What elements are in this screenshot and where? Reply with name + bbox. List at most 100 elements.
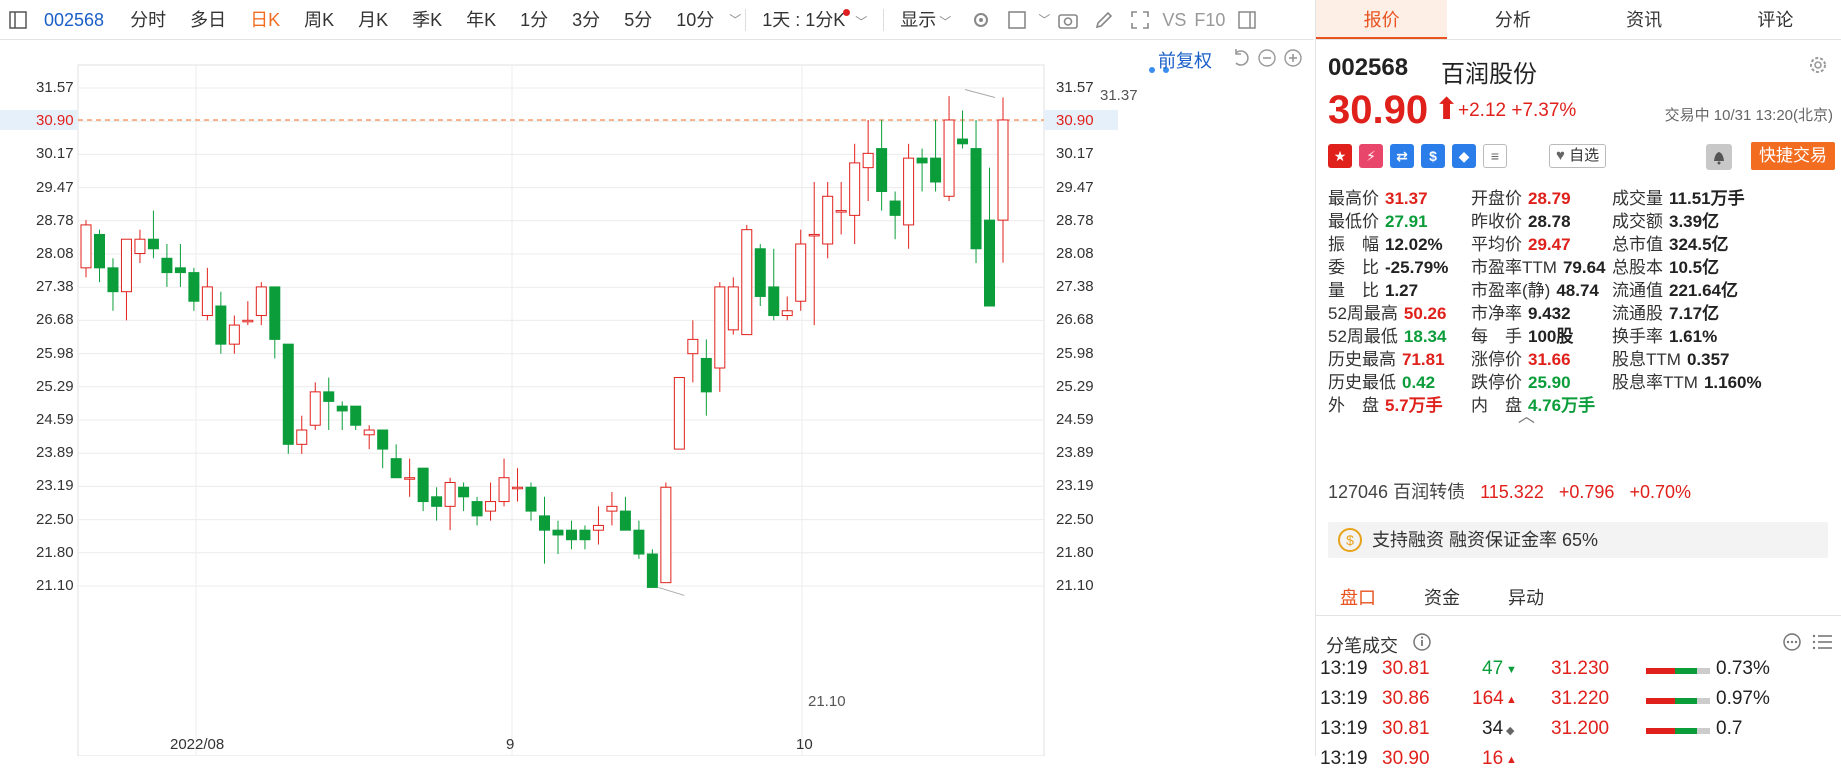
period-tab[interactable]: 季K [400, 0, 454, 40]
event-marker [1149, 67, 1155, 73]
price-adjust-toggle[interactable]: 前复权 [1158, 47, 1212, 73]
y-axis-label: 23.19 [1056, 477, 1094, 495]
collapse-icon[interactable]: ︿ [1518, 402, 1535, 427]
sub-tab[interactable]: 盘口 [1316, 580, 1400, 615]
stat-item: 历史最低 0.42 [1328, 373, 1436, 392]
candle-body [323, 391, 335, 402]
period-tab[interactable]: 日K [238, 0, 292, 40]
stat-item: 跌停价 25.90 [1471, 373, 1571, 392]
candle-body [646, 553, 658, 588]
panel-tab[interactable]: 评论 [1710, 0, 1841, 39]
interval-select[interactable]: 1天 : 1分K ﹀ [750, 0, 879, 40]
y-axis-label: 28.78 [36, 211, 74, 229]
direction-arrow-icon: ▲ [1506, 694, 1517, 706]
dollar-icon[interactable]: $ [1421, 144, 1445, 168]
quick-trade-button[interactable]: 快捷交易 [1751, 142, 1835, 170]
candle-body [363, 429, 375, 436]
depth-bar [1646, 728, 1710, 734]
zoom-in-icon[interactable] [1282, 47, 1304, 69]
period-tab[interactable]: 月K [346, 0, 400, 40]
candle-body [188, 272, 200, 302]
candle-body [255, 286, 267, 317]
shuffle-icon[interactable]: ⇄ [1390, 144, 1414, 168]
x-axis-label: 9 [506, 736, 515, 753]
candle-body [215, 305, 227, 345]
up-arrow-icon: ⬆ [1434, 93, 1460, 126]
y-axis-label: 25.98 [1056, 344, 1094, 362]
side-panel-icon[interactable] [1236, 9, 1258, 31]
more-icon[interactable] [1782, 632, 1802, 657]
vs-button[interactable]: VS [1158, 0, 1190, 40]
y-axis-label: 26.68 [1056, 311, 1094, 329]
stat-item: 52周最低 18.34 [1328, 327, 1447, 346]
high-leader-line [964, 89, 996, 99]
candle-body [498, 477, 510, 503]
document-icon[interactable]: ≡ [1483, 144, 1507, 168]
y-axis-label: 23.19 [36, 477, 74, 495]
candle-body [336, 405, 348, 412]
sidebar-toggle-icon[interactable] [7, 9, 29, 31]
camera-icon[interactable] [1057, 9, 1079, 31]
candle-body [835, 210, 847, 213]
fullscreen-icon[interactable] [1129, 9, 1151, 31]
sub-tab[interactable]: 资金 [1400, 580, 1484, 615]
zoom-out-icon[interactable] [1256, 47, 1278, 69]
f10-button[interactable]: F10 [1190, 0, 1229, 40]
panel-tab[interactable]: 报价 [1316, 0, 1448, 39]
convertible-bond-row[interactable]: 127046 百润转债 115.322 +0.796 +0.70% [1328, 478, 1691, 504]
candle-body [633, 529, 645, 555]
bell-icon[interactable] [1706, 144, 1732, 170]
stat-item: 振 幅 12.02% [1328, 235, 1443, 254]
candle-body [579, 529, 591, 541]
period-tab[interactable]: 3分 [560, 0, 612, 40]
undo-icon[interactable] [1230, 47, 1252, 69]
candle-body [228, 324, 240, 345]
add-watchlist-button[interactable]: ♥ 自选 [1549, 144, 1607, 168]
y-axis-label: 21.80 [36, 543, 74, 561]
panel-tab[interactable]: 分析 [1447, 0, 1578, 39]
settings-icon[interactable] [970, 9, 992, 31]
high-price-label: 31.37 [1100, 87, 1138, 104]
direction-arrow-icon: ◆ [1506, 725, 1515, 737]
candle-body [822, 195, 834, 245]
kline-chart[interactable]: 31.57 30.90 30.17 29.47 28.78 28.08 27.38 26.68… [0, 41, 1314, 756]
gear-icon[interactable] [1807, 54, 1829, 81]
lightning-icon[interactable]: ⚡ [1359, 144, 1383, 168]
low-leader-line [658, 586, 685, 596]
period-tab[interactable]: 年K [454, 0, 508, 40]
period-tab[interactable]: 多日 [178, 0, 238, 40]
stat-item: 股息TTM 0.357 [1612, 350, 1730, 369]
period-tab[interactable]: 分时 [118, 0, 178, 40]
low-price-label: 21.10 [808, 693, 846, 710]
period-tab[interactable]: 1分 [508, 0, 560, 40]
x-axis-label: 10 [796, 736, 813, 753]
candle-body [606, 505, 618, 512]
stat-item: 平均价 29.47 [1471, 235, 1571, 254]
list-icon[interactable] [1812, 632, 1834, 657]
info-icon[interactable] [1412, 632, 1432, 657]
price-change: +2.12 +7.37% [1458, 100, 1577, 121]
stat-item: 市盈率TTM 79.64 [1471, 258, 1606, 277]
stat-item: 总股本 10.5亿 [1612, 258, 1720, 277]
sub-tab[interactable]: 异动 [1484, 580, 1568, 615]
tag-icon[interactable]: ◆ [1452, 144, 1476, 168]
period-tab[interactable]: 10分 [664, 0, 726, 40]
candle-body [458, 486, 470, 498]
stat-item: 流通值 221.64亿 [1612, 281, 1738, 300]
period-tab[interactable]: 5分 [612, 0, 664, 40]
chart-toolbar: 002568 分时 多日 日K 周K 月K 季K 年K 1分 3分 5分 10分 ﹀ 1天 : 1分… [0, 0, 1314, 40]
stat-item: 换手率 1.61% [1612, 327, 1718, 346]
y-axis-label: 21.80 [1056, 543, 1094, 561]
more-periods-icon[interactable]: ﹀ [729, 11, 741, 28]
candle-body [754, 248, 766, 297]
stat-item: 昨收价 28.78 [1471, 212, 1571, 231]
china-flag-icon[interactable]: ★ [1328, 144, 1352, 168]
layout-square-icon[interactable] [1006, 9, 1028, 31]
candle-body [80, 224, 92, 269]
pencil-icon[interactable] [1093, 9, 1115, 31]
display-menu[interactable]: 显示 ﹀ [888, 0, 963, 40]
panel-tab[interactable]: 资讯 [1579, 0, 1710, 39]
candle-body [714, 286, 726, 369]
period-tab[interactable]: 周K [292, 0, 346, 40]
y-axis-label: 21.10 [1056, 577, 1094, 594]
